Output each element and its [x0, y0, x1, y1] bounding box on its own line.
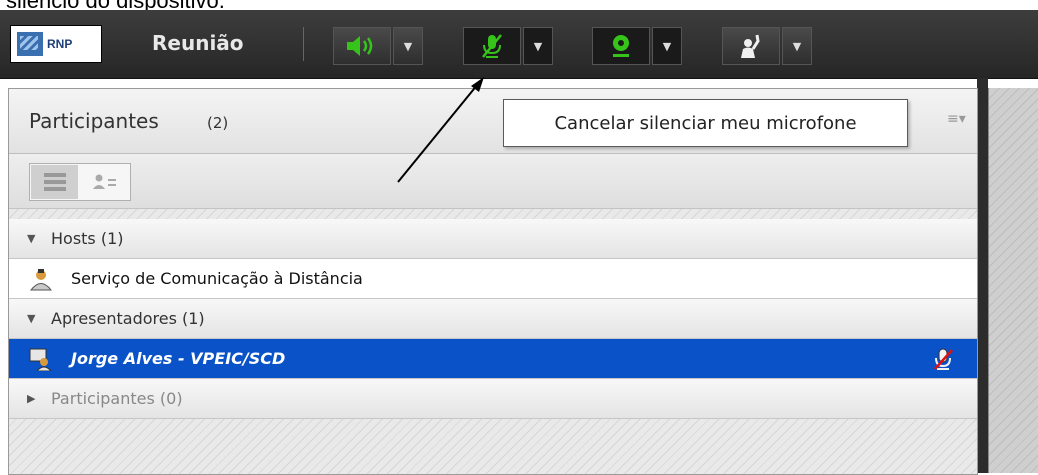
speaker-button[interactable]	[333, 27, 391, 65]
detail-view-button[interactable]	[81, 165, 128, 199]
group-header-participants[interactable]: ▶ Participantes (0)	[9, 379, 977, 419]
chevron-down-icon: ▼	[533, 39, 543, 53]
raise-hand-icon	[741, 34, 760, 58]
group-header-presenters[interactable]: ▼ Apresentadores (1)	[9, 299, 977, 339]
rnp-logo: RNP	[10, 25, 102, 63]
chevron-down-icon: ▼	[792, 39, 802, 53]
group-label: Hosts (1)	[51, 229, 124, 248]
presenter-icon	[29, 347, 53, 371]
participant-count: (2)	[207, 114, 229, 132]
participant-name: Jorge Alves - VPEIC/SCD	[71, 349, 286, 368]
adjacent-pod	[988, 88, 1038, 473]
pod-gutter	[977, 78, 988, 473]
webcam-dropdown-button[interactable]: ▼	[652, 27, 682, 65]
list-item[interactable]: Serviço de Comunicação à Distância	[9, 259, 977, 299]
group-header-hosts[interactable]: ▼ Hosts (1)	[9, 219, 977, 259]
chevron-down-icon: ▼	[662, 39, 672, 53]
logo-text: RNP	[47, 37, 73, 51]
microphone-muted-icon	[934, 348, 953, 370]
view-toggle	[29, 163, 131, 201]
toolbar-divider	[303, 27, 304, 61]
chevron-down-icon: ▼	[403, 39, 413, 53]
expand-triangle-icon: ▼	[27, 232, 36, 245]
pod-title: Participantes	[29, 109, 159, 133]
pod-menu-icon[interactable]: ≡▾	[947, 111, 966, 127]
app-toolbar: RNP Reunião ▼ ▼ ▼ ▼	[0, 10, 1038, 79]
microphone-dropdown-button[interactable]: ▼	[523, 27, 553, 65]
speaker-icon	[347, 36, 373, 56]
status-dropdown-button[interactable]: ▼	[782, 27, 812, 65]
microphone-tooltip: Cancelar silenciar meu microfone	[503, 99, 908, 147]
list-view-button[interactable]	[31, 165, 78, 199]
list-item-selected[interactable]: Jorge Alves - VPEIC/SCD	[9, 339, 977, 379]
host-icon	[29, 267, 53, 291]
rnp-logo-icon	[17, 32, 43, 56]
microphone-button[interactable]	[463, 27, 521, 65]
list-view-icon	[43, 173, 66, 191]
group-label: Apresentadores (1)	[51, 309, 205, 328]
participant-name: Serviço de Comunicação à Distância	[71, 269, 363, 288]
view-toolbar	[9, 154, 977, 209]
raise-hand-button[interactable]	[722, 27, 780, 65]
microphone-muted-icon	[482, 34, 502, 58]
expand-triangle-icon: ▼	[27, 312, 36, 325]
contact-card-icon	[92, 174, 116, 189]
webcam-icon	[613, 35, 629, 57]
collapsed-triangle-icon: ▶	[27, 392, 36, 405]
speaker-dropdown-button[interactable]: ▼	[393, 27, 423, 65]
group-label: Participantes (0)	[51, 389, 183, 408]
webcam-button[interactable]	[592, 27, 650, 65]
meeting-title: Reunião	[152, 31, 244, 55]
